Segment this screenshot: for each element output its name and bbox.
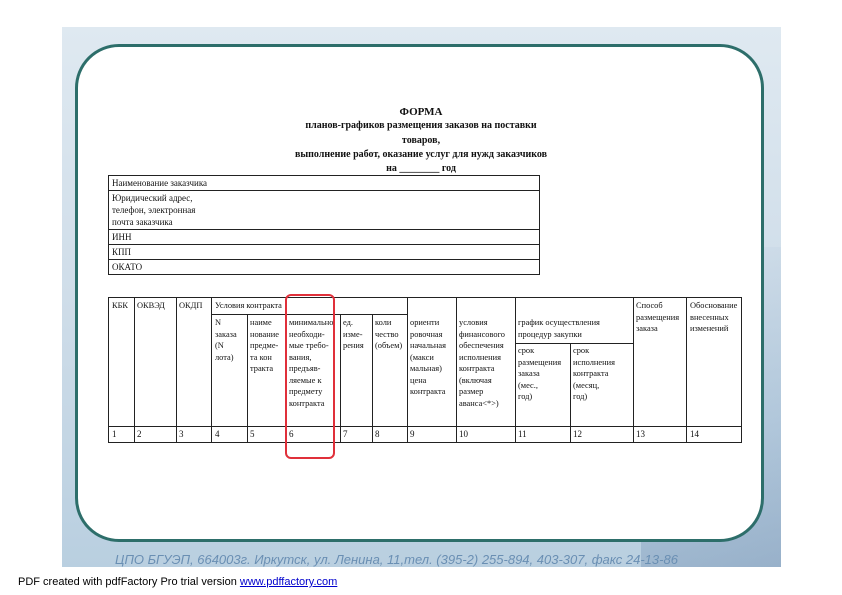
- header-execution-deadline: срок исполнения контракта (месяц, год): [573, 346, 615, 401]
- header-schedule: график осуществления процедур закупки: [518, 318, 600, 339]
- footer-contact: ЦПО БГУЭП, 664003г. Иркутск, ул. Ленина,…: [115, 552, 678, 567]
- header-unit: ед. изме- рения: [343, 318, 364, 350]
- column-number: 4: [215, 429, 220, 439]
- form-subtitle-line1: планов-графиков размещения заказов на по…: [305, 120, 537, 146]
- info-row-customer-name: Наименование заказчика: [109, 176, 539, 191]
- header-placement-deadline: срок размещения заказа (мес., год): [518, 346, 562, 401]
- info-row-inn: ИНН: [109, 230, 539, 245]
- header-okved: ОКВЭД: [137, 301, 165, 310]
- info-row-address: Юридический адрес, телефон, электронная …: [109, 191, 539, 230]
- column-number: 5: [250, 429, 255, 439]
- column-number: 3: [179, 429, 184, 439]
- header-change-reason: Обоснование внесенных изменений: [690, 301, 738, 333]
- info-row-kpp: КПП: [109, 245, 539, 260]
- header-lot-number: N заказа (N лота): [215, 318, 237, 362]
- pdf-note-prefix: PDF created with pdfFactory Pro trial ve…: [18, 576, 240, 588]
- header-subject-name: наиме нование предме- та кон тракта: [250, 318, 279, 373]
- pdf-creator-note: PDF created with pdfFactory Pro trial ve…: [18, 576, 337, 588]
- highlight-box-min-requirements: [285, 294, 335, 459]
- header-security-terms: условия финансового обеспечения исполнен…: [459, 318, 505, 408]
- column-number: 2: [137, 429, 142, 439]
- column-number: 14: [690, 429, 699, 439]
- column-number: 8: [375, 429, 380, 439]
- header-quantity: коли чество (объем): [375, 318, 403, 350]
- header-initial-price: ориенти ровочная начальная (макси мальна…: [410, 318, 446, 396]
- column-number: 10: [459, 429, 468, 439]
- header-kbk: КБК: [112, 301, 128, 310]
- pdffactory-link[interactable]: www.pdffactory.com: [240, 576, 337, 588]
- document-header: ФОРМА планов-графиков размещения заказов…: [290, 105, 552, 176]
- column-number: 13: [636, 429, 645, 439]
- header-okdp: ОКДП: [179, 301, 203, 310]
- form-title: ФОРМА: [399, 106, 443, 118]
- header-contract-terms: Условия контракта: [215, 301, 282, 310]
- column-number: 11: [518, 429, 527, 439]
- column-number: 1: [112, 429, 117, 439]
- column-number: 12: [573, 429, 582, 439]
- customer-info-table: Наименование заказчика Юридический адрес…: [108, 175, 540, 275]
- column-number: 9: [410, 429, 415, 439]
- info-row-okato: ОКАТО: [112, 262, 143, 272]
- procurement-plan-table: КБК ОКВЭД ОКДП Условия контракта N заказ…: [108, 297, 742, 443]
- column-number: 7: [343, 429, 348, 439]
- header-placement-method: Способ размещения заказа: [636, 301, 680, 333]
- form-subtitle-line2: выполнение работ, оказание услуг для нуж…: [294, 148, 548, 160]
